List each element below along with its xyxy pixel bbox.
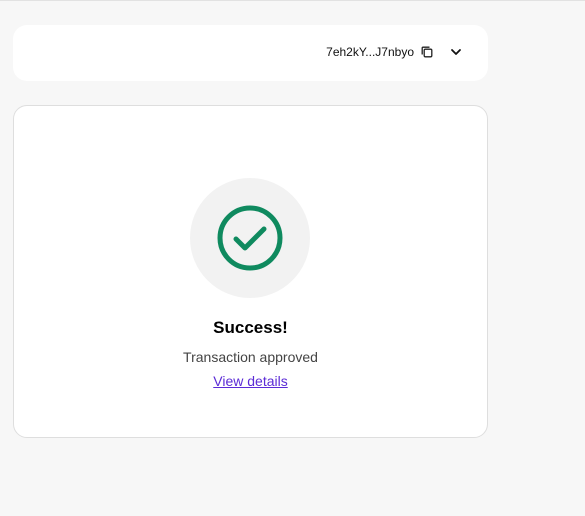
- wallet-address: 7eh2kY...J7nbyo: [326, 45, 414, 59]
- details-link-container: View details: [14, 372, 487, 390]
- success-title: Success!: [213, 318, 288, 337]
- top-divider: [0, 0, 585, 1]
- copy-icon[interactable]: [420, 45, 434, 59]
- wallet-header: 7eh2kY...J7nbyo: [13, 25, 488, 81]
- status-icon-background: [190, 178, 310, 298]
- check-circle-icon: [217, 205, 283, 271]
- transaction-status-card: Success! Transaction approved View detai…: [13, 105, 488, 438]
- success-message: Transaction approved: [183, 349, 318, 365]
- chevron-down-icon[interactable]: [449, 45, 463, 59]
- view-details-link[interactable]: View details: [213, 373, 287, 389]
